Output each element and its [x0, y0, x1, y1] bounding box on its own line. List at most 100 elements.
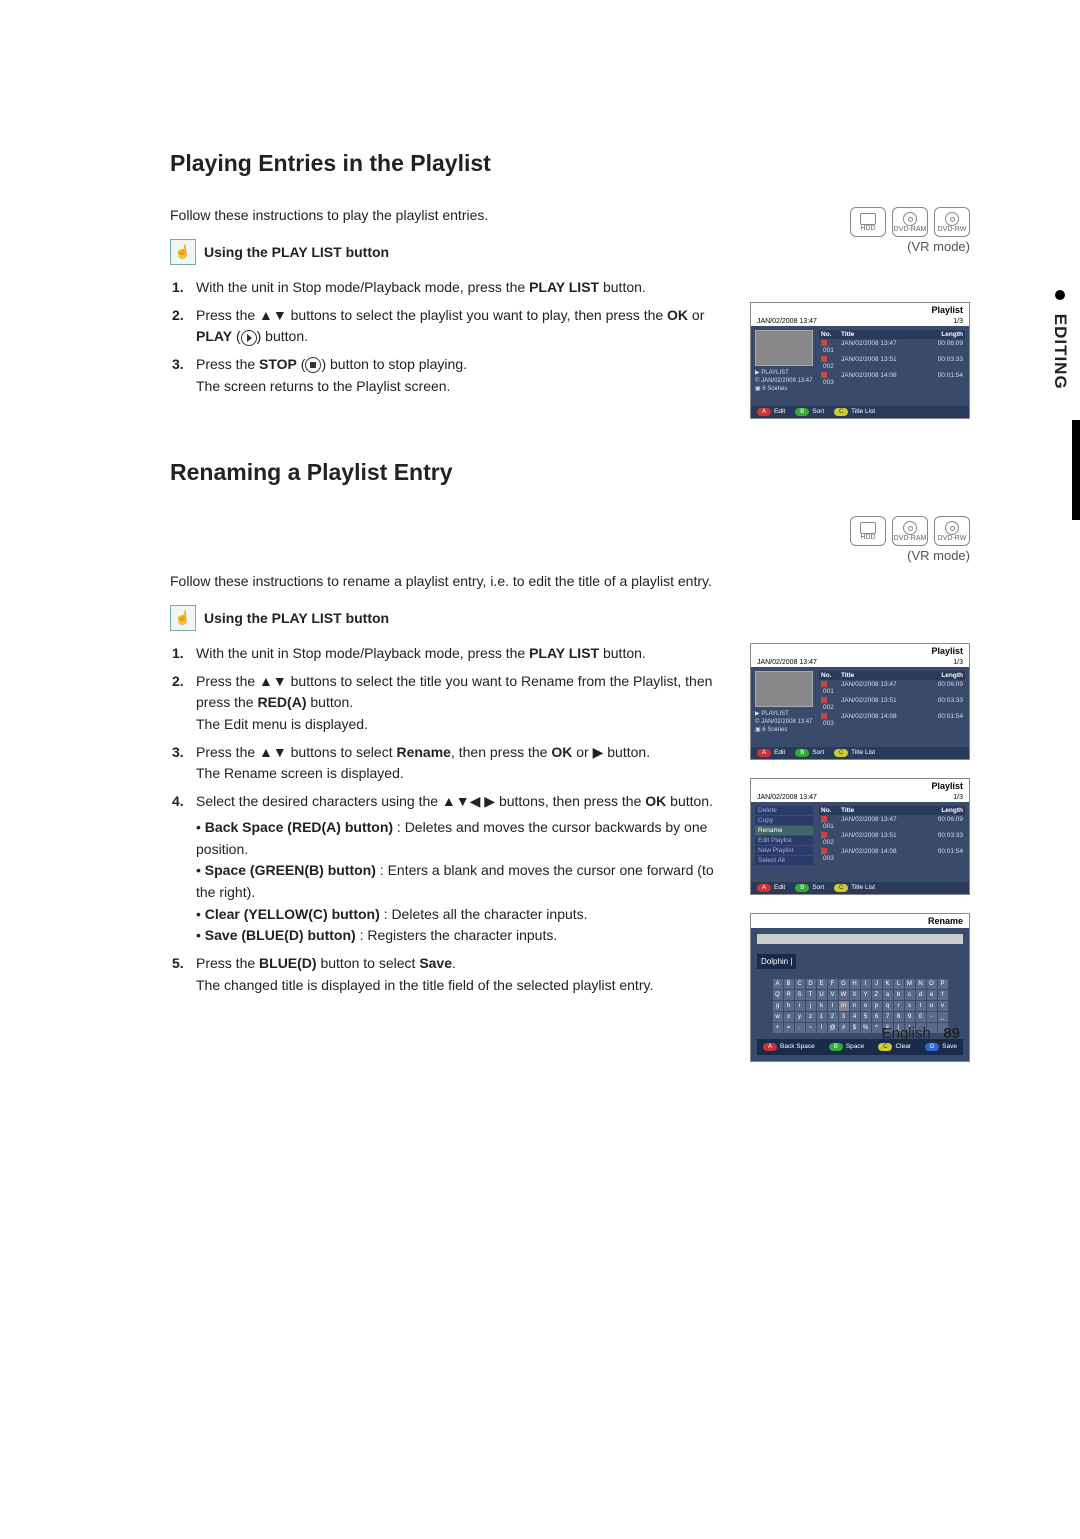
thumbnail	[755, 671, 813, 707]
keyboard-key: d	[916, 990, 926, 1000]
keyboard-key: =	[784, 1023, 794, 1033]
media-icon-row: HDD DVD-RAM DVD-RW (VR mode)	[750, 207, 970, 284]
page-footer: English _89	[882, 1025, 960, 1042]
keyboard-key: +	[773, 1023, 783, 1033]
step: Press the ▲▼ buttons to select the playl…	[190, 305, 730, 348]
keyboard-key: Q	[773, 990, 783, 1000]
section1-title: Playing Entries in the Playlist	[170, 150, 970, 177]
section2-title: Renaming a Playlist Entry	[170, 459, 970, 486]
play-icon	[241, 330, 257, 346]
keyboard-key: h	[784, 1001, 794, 1011]
bullet: Save (BLUE(D) button) : Registers the ch…	[196, 925, 730, 947]
hand-icon: ☝	[170, 239, 196, 265]
keyboard-key: U	[817, 990, 827, 1000]
keyboard-key: V	[828, 990, 838, 1000]
keyboard-key: ^	[872, 1023, 882, 1033]
dvd-ram-icon: DVD-RAM	[892, 207, 928, 237]
keyboard-key: J	[872, 979, 882, 989]
keyboard-key: Y	[861, 990, 871, 1000]
keyboard-key: W	[839, 990, 849, 1000]
keyboard-key: R	[784, 990, 794, 1000]
vr-mode-label: (VR mode)	[850, 548, 970, 563]
keyboard-key: !	[817, 1023, 827, 1033]
keyboard-key: t	[916, 1001, 926, 1011]
section1-steps: With the unit in Stop mode/Playback mode…	[170, 277, 730, 397]
keyboard-key: 7	[883, 1012, 893, 1022]
section2-steps: With the unit in Stop mode/Playback mode…	[170, 643, 730, 996]
keyboard-key: _	[938, 1012, 948, 1022]
playlist-screenshot-editmenu: Playlist JAN/02/2008 13:471/3 Delete Cop…	[750, 778, 970, 895]
bullet: Back Space (RED(A) button) : Deletes and…	[196, 817, 730, 860]
keyboard-key: #	[839, 1023, 849, 1033]
keyboard-key: g	[773, 1001, 783, 1011]
section1-subhead-label: Using the PLAY LIST button	[204, 244, 389, 260]
step: Press the ▲▼ buttons to select the title…	[190, 671, 730, 736]
hdd-icon: HDD	[850, 207, 886, 237]
keyboard-key: f	[938, 990, 948, 1000]
keyboard-key: 8	[894, 1012, 904, 1022]
keyboard-key: x	[784, 1012, 794, 1022]
keyboard-key: @	[828, 1023, 838, 1033]
bullet: Clear (YELLOW(C) button) : Deletes all t…	[196, 904, 730, 926]
keyboard-key: n	[850, 1001, 860, 1011]
keyboard-key: ~	[806, 1023, 816, 1033]
step: Press the STOP () button to stop playing…	[190, 354, 730, 397]
keyboard-key: P	[938, 979, 948, 989]
keyboard-key: %	[861, 1023, 871, 1033]
keyboard-key: 6	[872, 1012, 882, 1022]
keyboard-key: e	[927, 990, 937, 1000]
footer-page: 89	[943, 1025, 960, 1042]
bullet-icon	[1055, 290, 1065, 300]
keyboard-key: .	[795, 1023, 805, 1033]
keyboard-key: m	[839, 1001, 849, 1011]
vr-mode-label: (VR mode)	[750, 239, 970, 254]
step: Press the ▲▼ buttons to select Rename, t…	[190, 742, 730, 785]
keyboard-key: u	[927, 1001, 937, 1011]
keyboard-key: 1	[817, 1012, 827, 1022]
keyboard-key: p	[872, 1001, 882, 1011]
keyboard-key: 9	[905, 1012, 915, 1022]
keyboard-key: v	[938, 1001, 948, 1011]
playlist-screenshot-1: Playlist JAN/02/2008 13:471/3 ▶ PLAYLIST…	[750, 302, 970, 419]
keyboard-key: s	[905, 1001, 915, 1011]
keyboard-key: F	[828, 979, 838, 989]
step: Press the BLUE(D) button to select Save.…	[190, 953, 730, 996]
keyboard-key: I	[861, 979, 871, 989]
keyboard-key: A	[773, 979, 783, 989]
keyboard-key: K	[883, 979, 893, 989]
keyboard-key: o	[861, 1001, 871, 1011]
keyboard-key: Z	[872, 990, 882, 1000]
keyboard-key: O	[927, 979, 937, 989]
keyboard-key: r	[894, 1001, 904, 1011]
step: With the unit in Stop mode/Playback mode…	[190, 643, 730, 665]
keyboard-key: $	[850, 1023, 860, 1033]
keyboard-key: 4	[850, 1012, 860, 1022]
keyboard-key: S	[795, 990, 805, 1000]
hdd-icon: HDD	[850, 516, 886, 546]
keyboard-key: z	[806, 1012, 816, 1022]
bullet: Space (GREEN(B) button) : Enters a blank…	[196, 860, 730, 903]
keyboard-key: w	[773, 1012, 783, 1022]
keyboard-key: j	[806, 1001, 816, 1011]
keyboard-key: a	[883, 990, 893, 1000]
keyboard-key: T	[806, 990, 816, 1000]
stop-icon	[305, 357, 321, 373]
section2-subhead-label: Using the PLAY LIST button	[204, 610, 389, 626]
side-black-bar	[1072, 420, 1080, 520]
keyboard-key: b	[894, 990, 904, 1000]
keyboard-key: X	[850, 990, 860, 1000]
keyboard-key: 2	[828, 1012, 838, 1022]
hand-icon: ☝	[170, 605, 196, 631]
keyboard-key: 5	[861, 1012, 871, 1022]
step: With the unit in Stop mode/Playback mode…	[190, 277, 730, 299]
keyboard-key: M	[905, 979, 915, 989]
dvd-rw-icon: DVD-RW	[934, 207, 970, 237]
keyboard-key: 3	[839, 1012, 849, 1022]
side-tab: EDITING	[1050, 290, 1070, 390]
keyboard-key: q	[883, 1001, 893, 1011]
keyboard-key: y	[795, 1012, 805, 1022]
keyboard-key: i	[795, 1001, 805, 1011]
keyboard-key: 0	[916, 1012, 926, 1022]
footer-lang: English	[882, 1025, 931, 1042]
keyboard-key: H	[850, 979, 860, 989]
